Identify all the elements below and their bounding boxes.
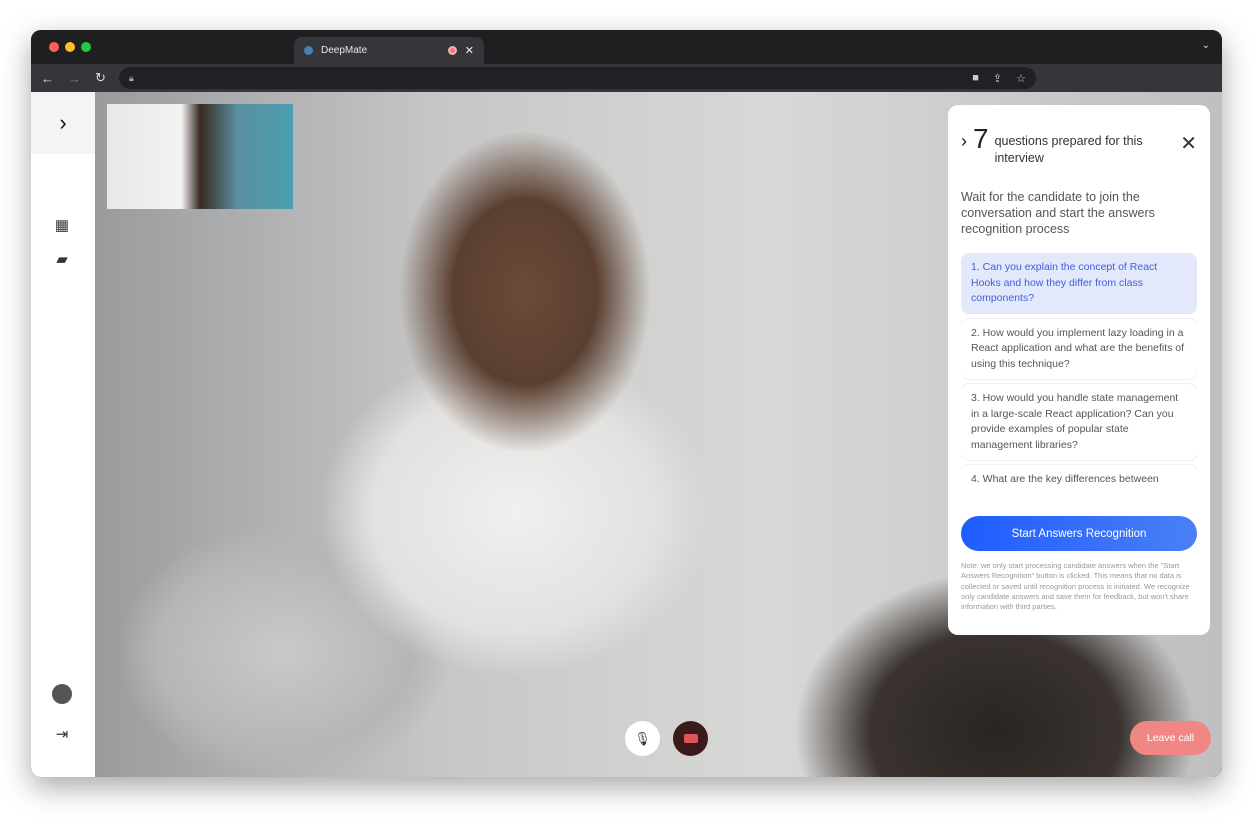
- browser-tab[interactable]: DeepMate ✕: [294, 37, 484, 64]
- wait-message: Wait for the candidate to join the conve…: [961, 190, 1155, 236]
- close-window-button[interactable]: [49, 42, 59, 52]
- share-icon[interactable]: ⇪: [993, 72, 1002, 85]
- expand-sidebar-button[interactable]: ›: [31, 92, 95, 154]
- user-avatar[interactable]: [52, 684, 72, 704]
- back-icon[interactable]: ←: [41, 71, 54, 86]
- microphone-icon: 🎙︎: [634, 730, 651, 746]
- question-item[interactable]: 2. How would you implement lazy loading …: [961, 319, 1197, 380]
- maximize-window-button[interactable]: [81, 42, 91, 52]
- questions-panel: › 7 questions prepared for this intervie…: [948, 105, 1210, 635]
- camera-toggle-button[interactable]: [673, 721, 708, 756]
- question-count: 7: [973, 123, 989, 154]
- recording-icon: [447, 46, 457, 55]
- self-video-preview: [107, 104, 293, 209]
- app-content: › ▦ ▰ ⇥ 🎙︎ › 7 questions prepared for th…: [31, 92, 1222, 777]
- tab-title: DeepMate: [321, 45, 368, 56]
- tab-list-chevron-icon[interactable]: ⌄: [1202, 40, 1210, 51]
- question-item[interactable]: 3. How would you handle state management…: [961, 384, 1197, 460]
- leave-call-button[interactable]: Leave call: [1130, 721, 1211, 755]
- chevron-right-icon: ›: [59, 110, 67, 135]
- question-item[interactable]: 1. Can you explain the concept of React …: [961, 253, 1197, 314]
- bookmark-star-icon[interactable]: ☆: [1016, 72, 1026, 85]
- privacy-note: Note: we only start processing candidate…: [961, 561, 1190, 612]
- questions-list[interactable]: 1. Can you explain the concept of React …: [961, 253, 1197, 486]
- camera-icon[interactable]: ■: [972, 72, 979, 85]
- address-bar[interactable]: 🔒︎ ■ ⇪ ☆: [119, 67, 1036, 89]
- logout-icon[interactable]: ⇥: [53, 725, 71, 743]
- browser-window: DeepMate ✕ ⌄ ← → ↻ 🔒︎ ■ ⇪ ☆ › ▦ ▰ ⇥ 🎙︎ ›…: [31, 30, 1222, 777]
- reload-icon[interactable]: ↻: [95, 70, 106, 86]
- forward-icon[interactable]: →: [68, 71, 81, 86]
- browser-toolbar: ← → ↻ 🔒︎ ■ ⇪ ☆: [31, 64, 1222, 92]
- minimize-window-button[interactable]: [65, 42, 75, 52]
- favicon-icon: [304, 46, 313, 55]
- title-bar: DeepMate ✕ ⌄: [31, 30, 1222, 64]
- lock-icon: 🔒︎: [129, 72, 134, 83]
- camera-off-icon: [683, 734, 698, 743]
- panel-heading: questions prepared for this interview: [994, 134, 1143, 165]
- chevron-right-icon[interactable]: ›: [961, 131, 967, 152]
- wallet-icon[interactable]: ▰: [53, 250, 71, 268]
- close-panel-icon[interactable]: ✕: [1180, 131, 1197, 156]
- calendar-icon[interactable]: ▦: [53, 216, 71, 234]
- microphone-button[interactable]: 🎙︎: [625, 721, 660, 756]
- close-tab-icon[interactable]: ✕: [465, 44, 474, 57]
- sidebar: › ▦ ▰ ⇥: [31, 92, 95, 777]
- start-answers-recognition-button[interactable]: Start Answers Recognition: [961, 516, 1197, 551]
- question-item[interactable]: 4. What are the key differences between …: [961, 465, 1197, 486]
